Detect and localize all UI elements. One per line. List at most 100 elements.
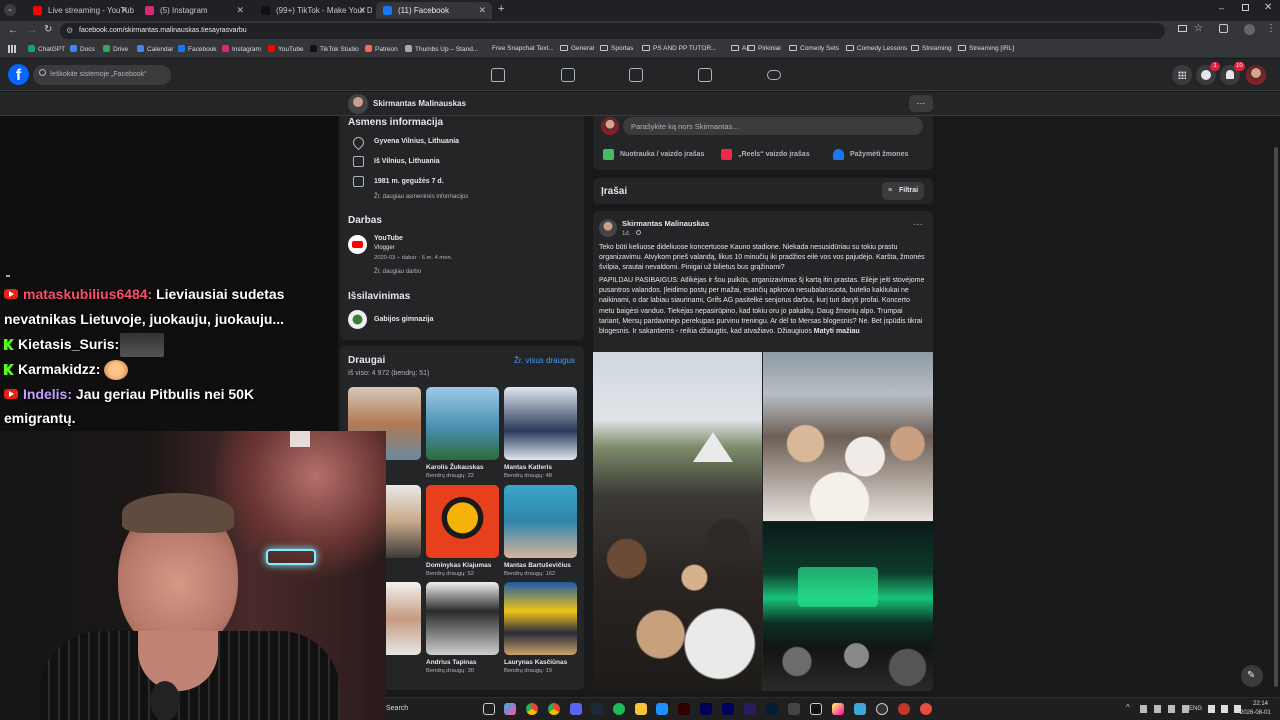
bookmark-item[interactable]: YouTube xyxy=(268,45,304,53)
obs-icon[interactable] xyxy=(876,703,888,715)
tray-chevron-icon[interactable]: ^ xyxy=(1126,703,1130,712)
apps-grid-icon[interactable] xyxy=(8,45,16,53)
chrome-icon[interactable] xyxy=(526,703,538,715)
friend-photo[interactable] xyxy=(426,582,499,655)
bookmark-star-icon[interactable]: ☆ xyxy=(1194,23,1203,34)
clock-date[interactable]: 2026-08-01 xyxy=(1240,710,1271,716)
bookmark-item[interactable]: Pirkiniai xyxy=(747,45,781,52)
profile-avatar-small[interactable] xyxy=(348,94,368,114)
filters-button[interactable]: ≡ Filtrai xyxy=(882,182,924,200)
friend-card[interactable]: Mantas Katleris Bendrų draugų: 48 xyxy=(504,387,577,479)
bookmark-item[interactable]: ChatGPT xyxy=(28,45,65,53)
video-icon[interactable] xyxy=(561,68,575,82)
browser-menu-icon[interactable]: ⋮ xyxy=(1266,23,1276,34)
language-indicator[interactable]: ENG xyxy=(1189,706,1202,712)
bookmark-item[interactable]: Comedy Lessons xyxy=(846,45,907,52)
minimize-button[interactable]: – xyxy=(1219,3,1224,13)
store-icon[interactable] xyxy=(656,703,668,715)
app-icon-1[interactable] xyxy=(788,703,800,715)
post-photo-crowd-1[interactable] xyxy=(593,352,762,691)
reload-icon[interactable]: ↻ xyxy=(44,24,52,35)
back-icon[interactable]: ← xyxy=(8,25,18,36)
capcut-icon[interactable] xyxy=(810,703,822,715)
tab-menu-icon[interactable]: ⌄ xyxy=(4,4,16,16)
friend-name[interactable]: Andrius Tapinas xyxy=(426,659,499,666)
bookmark-item[interactable]: Comedy Sets xyxy=(789,45,839,52)
account-avatar[interactable] xyxy=(1246,65,1266,85)
friend-photo[interactable] xyxy=(504,387,577,460)
friend-name[interactable]: Laurynas Kasčiūnas xyxy=(504,659,577,666)
post-author-avatar[interactable] xyxy=(599,219,617,237)
close-tab-icon[interactable]: ✕ xyxy=(358,5,366,16)
home-icon[interactable] xyxy=(491,68,505,82)
more-work-link[interactable]: Žr. daugiau darbo xyxy=(374,269,421,275)
browser-tab[interactable]: (11) Facebook ✕ xyxy=(376,2,492,19)
bookmark-item[interactable]: Drive xyxy=(103,45,128,53)
copilot-icon[interactable] xyxy=(504,703,516,715)
steam-icon[interactable] xyxy=(591,703,603,715)
friend-name[interactable]: Dominykas Klajumas xyxy=(426,562,499,569)
after-effects-icon[interactable] xyxy=(700,703,712,715)
friend-card[interactable]: Dominykas Klajumas Bendrų draugų: 52 xyxy=(426,485,499,577)
discord-icon[interactable] xyxy=(570,703,582,715)
composer-input[interactable]: Parašykite ką nors Skirmantas... xyxy=(623,117,923,135)
premiere-icon[interactable] xyxy=(744,703,756,715)
system-status-icons[interactable] xyxy=(1208,705,1244,713)
facebook-logo-icon[interactable]: f xyxy=(8,64,29,85)
bookmark-item[interactable]: Instagram xyxy=(222,45,261,53)
friend-name[interactable]: Mantas Bartuševičius xyxy=(504,562,577,569)
maximize-button[interactable] xyxy=(1242,4,1249,11)
bookmark-item[interactable]: Facebook xyxy=(178,45,217,53)
friend-card[interactable]: Mantas Bartuševičius Bendrų draugų: 162 xyxy=(504,485,577,577)
url-field[interactable]: ⚙ facebook.com/skirmantas.malinauskas.ti… xyxy=(60,23,1165,39)
new-tab-button[interactable]: + xyxy=(498,3,504,15)
bookmark-item[interactable]: Streaming xyxy=(911,45,952,52)
bookmark-item[interactable]: TikTok Studio xyxy=(310,45,359,53)
site-info-icon[interactable]: ⚙ xyxy=(66,26,73,35)
bookmark-item[interactable]: Patreon xyxy=(365,45,398,53)
forward-icon[interactable]: → xyxy=(27,25,37,36)
see-all-friends-link[interactable]: Žr. visus draugus xyxy=(514,356,575,365)
file-explorer-icon[interactable] xyxy=(635,703,647,715)
app-icon-4[interactable] xyxy=(920,703,932,715)
bookmark-item[interactable]: Thumbs Up – Stand... xyxy=(405,45,478,53)
close-tab-icon[interactable]: ✕ xyxy=(478,5,486,16)
friend-card[interactable]: Karolis Žukauskas Bendrų draugų: 22 xyxy=(426,387,499,479)
friend-name[interactable]: Mantas Katleris xyxy=(504,464,577,471)
bookmark-item[interactable]: PS AND PP TUTOR... xyxy=(642,45,717,52)
bookmark-item[interactable]: Calendar xyxy=(137,45,173,53)
browser-tab[interactable]: Live streaming - YouTube Studio✕ xyxy=(26,2,134,19)
more-personal-link[interactable]: Žr. daugiau asmeninės informacijos xyxy=(374,194,468,200)
extensions-icon[interactable] xyxy=(1219,24,1228,33)
spotify-icon[interactable] xyxy=(613,703,625,715)
friend-photo[interactable] xyxy=(504,582,577,655)
gaming-icon[interactable] xyxy=(767,70,781,80)
audition-icon[interactable] xyxy=(722,703,734,715)
profile-icon[interactable] xyxy=(1244,24,1255,35)
friend-name[interactable]: Karolis Žukauskas xyxy=(426,464,499,471)
task-view-icon[interactable] xyxy=(483,703,495,715)
bookmark-item[interactable]: Streaming [IRL] xyxy=(958,45,1014,52)
illustrator-icon[interactable] xyxy=(678,703,690,715)
friend-card[interactable]: Andrius Tapinas Bendrų draugų: 30 xyxy=(426,582,499,674)
bookmark-item[interactable]: Docs xyxy=(70,45,95,53)
chrome-alt-icon[interactable] xyxy=(548,703,560,715)
photoshop-icon[interactable] xyxy=(766,703,778,715)
post-author[interactable]: Skirmantas Malinauskas xyxy=(622,219,709,228)
close-tab-icon[interactable]: ✕ xyxy=(120,5,128,16)
new-message-button[interactable]: ✎ xyxy=(1241,665,1263,687)
friend-photo[interactable] xyxy=(504,485,577,558)
cast-icon[interactable] xyxy=(1178,25,1187,32)
clock-time[interactable]: 22:14 xyxy=(1253,701,1268,707)
post-photo-stage[interactable] xyxy=(763,522,933,691)
friend-card[interactable]: Laurynas Kasčiūnas Bendrų draugų: 19 xyxy=(504,582,577,674)
bookmark-item[interactable]: General xyxy=(560,45,594,52)
bookmark-item[interactable]: Sportas xyxy=(600,45,633,52)
see-less-link[interactable]: Matyti mažiau xyxy=(814,328,860,335)
profile-more-button[interactable]: … xyxy=(909,95,933,112)
groups-icon[interactable] xyxy=(698,68,712,82)
bookmark-item[interactable]: Free Snapchat Text... xyxy=(492,45,554,52)
friend-photo[interactable] xyxy=(426,387,499,460)
notepad-icon[interactable] xyxy=(854,703,866,715)
facebook-search-input[interactable]: Ieškokite sistemoje „Facebook“ xyxy=(33,65,171,85)
